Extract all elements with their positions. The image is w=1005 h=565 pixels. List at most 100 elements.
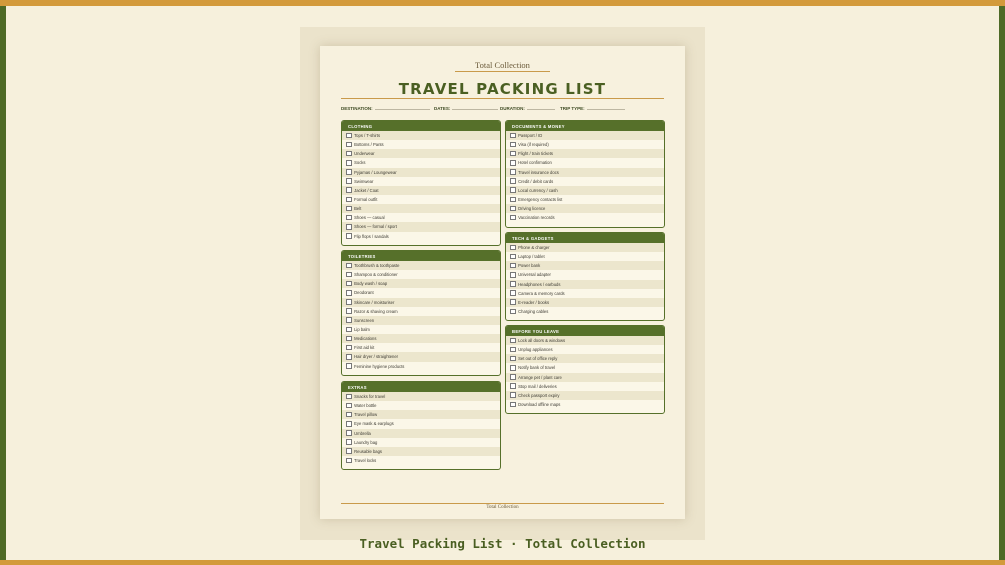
checkbox[interactable] bbox=[346, 317, 352, 324]
checkbox[interactable] bbox=[346, 393, 352, 400]
checkbox[interactable] bbox=[510, 365, 516, 371]
checklist-item[interactable]: Hair dryer / straightener bbox=[342, 352, 500, 362]
checklist-item[interactable]: Driving licence bbox=[506, 204, 664, 214]
checklist-item[interactable]: Medications bbox=[342, 334, 500, 344]
checkbox[interactable] bbox=[346, 290, 352, 296]
checkbox[interactable] bbox=[346, 271, 352, 278]
checklist-item[interactable]: Passport / ID bbox=[506, 131, 664, 141]
checklist-item[interactable]: Shoes — formal / sport bbox=[342, 222, 500, 232]
checkbox[interactable] bbox=[346, 214, 352, 221]
checkbox[interactable] bbox=[510, 262, 516, 269]
checklist-item[interactable]: Visa (if required) bbox=[506, 140, 664, 149]
checklist-item[interactable]: Tops / T-shirts bbox=[342, 131, 500, 141]
checkbox[interactable] bbox=[510, 299, 516, 306]
checklist-item[interactable]: Hotel confirmation bbox=[506, 158, 664, 167]
checklist-item[interactable]: Lock all doors & windows bbox=[506, 336, 664, 346]
checkbox[interactable] bbox=[510, 281, 516, 287]
checklist-item[interactable]: Travel pillow bbox=[342, 410, 500, 420]
checklist-item[interactable]: Local currency / cash bbox=[506, 185, 664, 195]
checklist-item[interactable]: First aid kit bbox=[342, 343, 500, 352]
checkbox[interactable] bbox=[346, 308, 352, 314]
checkbox[interactable] bbox=[346, 448, 352, 455]
checklist-item[interactable]: E-reader / books bbox=[506, 297, 664, 307]
checkbox[interactable] bbox=[346, 457, 352, 464]
checklist-item[interactable]: Notify bank of travel bbox=[506, 363, 664, 372]
checklist-item[interactable]: Phone & charger bbox=[506, 243, 664, 253]
checkbox[interactable] bbox=[510, 196, 516, 203]
checklist-item[interactable]: Credit / debit cards bbox=[506, 177, 664, 186]
checklist-item[interactable]: Belt bbox=[342, 204, 500, 214]
checklist-item[interactable]: Jacket / Coat bbox=[342, 185, 500, 195]
checklist-item[interactable]: Check passport expiry bbox=[506, 390, 664, 400]
checkbox[interactable] bbox=[346, 335, 352, 342]
checklist-item[interactable]: Stop mail / deliveries bbox=[506, 382, 664, 391]
checklist-item[interactable]: Swimwear bbox=[342, 177, 500, 186]
checkbox[interactable] bbox=[510, 160, 516, 166]
destination-field[interactable]: DESTINATION: bbox=[341, 105, 430, 111]
checkbox[interactable] bbox=[510, 150, 516, 157]
checklist-item[interactable]: Charging cables bbox=[506, 307, 664, 316]
checkbox[interactable] bbox=[510, 308, 516, 315]
checklist-item[interactable]: Body wash / soap bbox=[342, 279, 500, 289]
checkbox[interactable] bbox=[346, 354, 352, 360]
checklist-item[interactable]: Underwear bbox=[342, 149, 500, 159]
checkbox[interactable] bbox=[510, 374, 516, 380]
checkbox[interactable] bbox=[346, 150, 352, 157]
checklist-item[interactable]: Deodorant bbox=[342, 288, 500, 297]
checklist-item[interactable]: Laundry bag bbox=[342, 438, 500, 447]
checklist-item[interactable]: Eye mask & earplugs bbox=[342, 419, 500, 428]
checklist-item[interactable]: Umbrella bbox=[342, 428, 500, 438]
checkbox[interactable] bbox=[346, 421, 352, 427]
duration-field[interactable]: DURATION: bbox=[500, 105, 555, 111]
checkbox[interactable] bbox=[510, 178, 516, 184]
checklist-item[interactable]: Pyjamas / Loungewear bbox=[342, 167, 500, 177]
checkbox[interactable] bbox=[510, 253, 516, 260]
checkbox[interactable] bbox=[346, 205, 352, 212]
checkbox[interactable] bbox=[346, 233, 352, 239]
checkbox[interactable] bbox=[346, 262, 352, 269]
checkbox[interactable] bbox=[346, 280, 352, 287]
checklist-item[interactable]: Feminine hygiene products bbox=[342, 362, 500, 371]
checkbox[interactable] bbox=[510, 346, 516, 353]
checkbox[interactable] bbox=[346, 178, 352, 184]
checkbox[interactable] bbox=[510, 214, 516, 221]
checklist-item[interactable]: Shampoo & conditioner bbox=[342, 270, 500, 279]
checkbox[interactable] bbox=[510, 205, 516, 212]
checkbox[interactable] bbox=[510, 141, 516, 148]
checklist-item[interactable]: Shoes — casual bbox=[342, 213, 500, 222]
checkbox[interactable] bbox=[346, 430, 352, 436]
checklist-item[interactable]: Toothbrush & toothpaste bbox=[342, 261, 500, 271]
checklist-item[interactable]: Vaccination records bbox=[506, 213, 664, 222]
checkbox[interactable] bbox=[510, 244, 516, 251]
checkbox[interactable] bbox=[346, 160, 352, 166]
checkbox[interactable] bbox=[346, 187, 352, 194]
checklist-item[interactable]: Set out of office reply bbox=[506, 354, 664, 364]
dates-field[interactable]: DATES: bbox=[434, 105, 499, 111]
checkbox[interactable] bbox=[346, 363, 352, 369]
checklist-item[interactable]: Sunscreen bbox=[342, 315, 500, 325]
checkbox[interactable] bbox=[510, 355, 516, 362]
checkbox[interactable] bbox=[510, 383, 516, 389]
checklist-item[interactable]: Power bank bbox=[506, 261, 664, 271]
checklist-item[interactable]: Flight / train tickets bbox=[506, 149, 664, 159]
checkbox[interactable] bbox=[510, 187, 516, 194]
checkbox[interactable] bbox=[346, 196, 352, 203]
checklist-item[interactable]: Skincare / moisturiser bbox=[342, 297, 500, 307]
checkbox[interactable] bbox=[510, 337, 516, 344]
checkbox[interactable] bbox=[346, 411, 352, 418]
checklist-item[interactable]: Laptop / tablet bbox=[506, 252, 664, 261]
checkbox[interactable] bbox=[510, 392, 516, 399]
checklist-item[interactable]: Travel insurance docs bbox=[506, 167, 664, 177]
checklist-item[interactable]: Bottoms / Pants bbox=[342, 140, 500, 149]
checklist-item[interactable]: Socks bbox=[342, 158, 500, 167]
checklist-item[interactable]: Camera & memory cards bbox=[506, 289, 664, 298]
checklist-item[interactable]: Flip flops / sandals bbox=[342, 232, 500, 241]
checklist-item[interactable]: Lip balm bbox=[342, 325, 500, 334]
checklist-item[interactable]: Razor & shaving cream bbox=[342, 307, 500, 316]
checklist-item[interactable]: Travel locks bbox=[342, 456, 500, 465]
checkbox[interactable] bbox=[346, 224, 352, 230]
checklist-item[interactable]: Reusable bags bbox=[342, 446, 500, 456]
checklist-item[interactable]: Formal outfit bbox=[342, 195, 500, 204]
checkbox[interactable] bbox=[346, 344, 352, 351]
checklist-item[interactable]: Universal adapter bbox=[506, 270, 664, 279]
